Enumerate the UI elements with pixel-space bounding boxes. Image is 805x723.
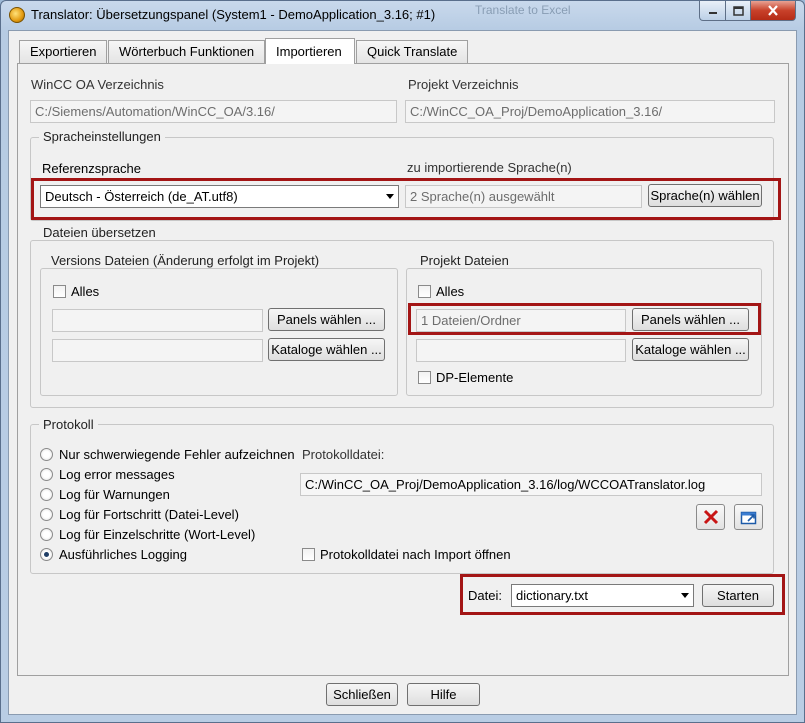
delete-log-button[interactable]: [696, 504, 725, 530]
project-dir-label: Projekt Verzeichnis: [408, 77, 519, 92]
log-level-label-progress: Log für Fortschritt (Datei-Level): [59, 507, 239, 522]
translate-files-legend: Dateien übersetzen: [39, 225, 160, 240]
import-file-value: dictionary.txt: [516, 588, 589, 603]
chevron-down-icon: [681, 593, 689, 598]
version-catalogs-button[interactable]: Kataloge wählen ...: [268, 338, 385, 361]
reference-language-value: Deutsch - Österreich (de_AT.utf8): [45, 189, 238, 204]
title-bar[interactable]: Translator: Übersetzungspanel (System1 -…: [0, 0, 803, 30]
log-file-label: Protokolldatei:: [302, 447, 385, 462]
winccoa-dir-field: C:/Siemens/Automation/WinCC_OA/3.16/: [30, 100, 397, 123]
log-level-radio-progress[interactable]: [40, 508, 53, 521]
app-icon: [9, 7, 25, 23]
reference-language-select[interactable]: Deutsch - Österreich (de_AT.utf8): [40, 185, 399, 208]
red-x-icon: [703, 509, 718, 525]
log-file-field: C:/WinCC_OA_Proj/DemoApplication_3.16/lo…: [300, 473, 762, 496]
import-languages-field: 2 Sprache(n) ausgewählt: [405, 185, 642, 208]
log-level-label-fatal: Nur schwerwiegende Fehler aufzeichnen: [59, 447, 295, 462]
minimize-icon: [708, 11, 717, 14]
import-language-label: zu importierende Sprache(n): [407, 160, 572, 175]
maximize-button[interactable]: [725, 1, 751, 21]
minimize-button[interactable]: [699, 1, 726, 21]
version-files-legend: Versions Dateien (Änderung erfolgt im Pr…: [47, 253, 324, 268]
project-all-label: Alles: [436, 284, 465, 299]
log-level-label-verbose: Ausführliches Logging: [59, 547, 187, 562]
project-files-legend: Projekt Dateien: [416, 253, 513, 268]
dp-elements-label: DP-Elemente: [436, 370, 514, 385]
project-catalogs-field: [416, 339, 626, 362]
log-level-label-error: Log error messages: [59, 467, 175, 482]
import-file-label: Datei:: [468, 588, 502, 603]
reference-language-label: Referenzsprache: [42, 161, 141, 176]
log-level-radio-verbose[interactable]: [40, 548, 53, 561]
chevron-down-icon: [386, 194, 394, 199]
project-all-checkbox[interactable]: [418, 285, 431, 298]
version-panels-field: [52, 309, 263, 332]
winccoa-dir-label: WinCC OA Verzeichnis: [31, 77, 164, 92]
maximize-icon: [732, 5, 744, 16]
version-panels-button[interactable]: Panels wählen ...: [268, 308, 385, 331]
protocol-legend: Protokoll: [39, 417, 98, 432]
version-all-label: Alles: [71, 284, 100, 299]
tab-exportieren[interactable]: Exportieren: [19, 40, 107, 63]
log-level-label-warning: Log für Warnungen: [59, 487, 170, 502]
version-all-checkbox[interactable]: [53, 285, 66, 298]
project-panels-button[interactable]: Panels wählen ...: [632, 308, 749, 331]
choose-languages-button[interactable]: Sprache(n) wählen: [648, 184, 762, 207]
version-catalogs-field: [52, 339, 263, 362]
open-log-icon: [740, 511, 756, 525]
dp-elements-checkbox[interactable]: [418, 371, 431, 384]
log-level-label-steps: Log für Einzelschritte (Wort-Level): [59, 527, 256, 542]
window-title: Translator: Übersetzungspanel (System1 -…: [31, 7, 436, 22]
project-dir-field: C:/WinCC_OA_Proj/DemoApplication_3.16/: [405, 100, 775, 123]
language-settings-legend: Spracheinstellungen: [39, 129, 165, 144]
open-log-after-import-checkbox[interactable]: [302, 548, 315, 561]
tab-importieren[interactable]: Importieren: [265, 38, 355, 64]
log-level-radio-warning[interactable]: [40, 488, 53, 501]
open-log-after-import-label: Protokolldatei nach Import öffnen: [320, 547, 511, 562]
start-button[interactable]: Starten: [702, 584, 774, 607]
project-panels-field: 1 Dateien/Ordner: [416, 309, 626, 332]
project-catalogs-button[interactable]: Kataloge wählen ...: [632, 338, 749, 361]
open-log-button[interactable]: [734, 504, 763, 530]
close-icon: [768, 5, 778, 16]
tab-woerterbuch-funktionen[interactable]: Wörterbuch Funktionen: [108, 40, 265, 63]
log-level-radio-error[interactable]: [40, 468, 53, 481]
import-file-select[interactable]: dictionary.txt: [511, 584, 694, 607]
tab-quick-translate[interactable]: Quick Translate: [356, 40, 468, 63]
help-button[interactable]: Hilfe: [407, 683, 480, 706]
close-button[interactable]: Schließen: [326, 683, 398, 706]
log-level-radio-fatal[interactable]: [40, 448, 53, 461]
background-window-title: Translate to Excel: [475, 3, 571, 17]
log-level-radio-steps[interactable]: [40, 528, 53, 541]
close-window-button[interactable]: [750, 1, 796, 21]
